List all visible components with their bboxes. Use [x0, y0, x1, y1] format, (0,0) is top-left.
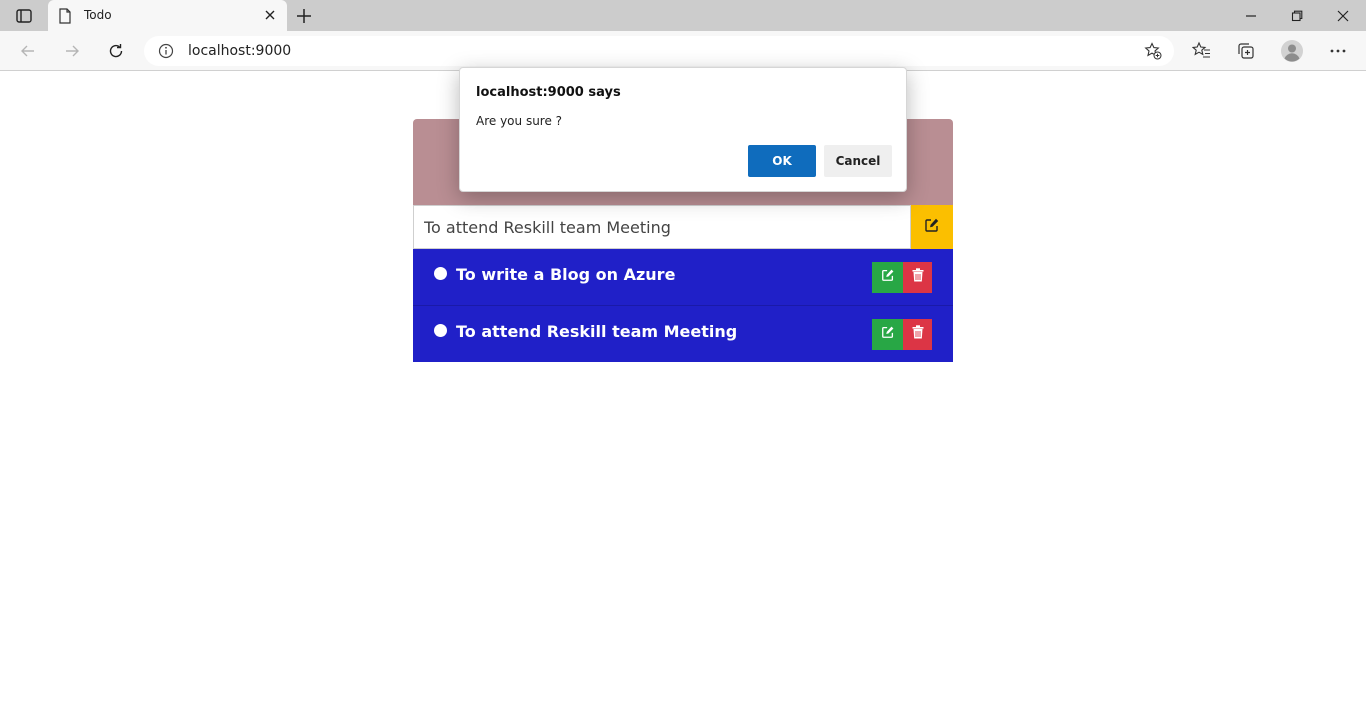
bullet-icon	[434, 324, 447, 337]
trash-icon	[912, 325, 924, 344]
ok-button[interactable]: OK	[748, 145, 816, 177]
back-arrow-icon[interactable]	[16, 39, 40, 63]
browser-tab[interactable]: Todo	[48, 0, 287, 31]
bullet-icon	[434, 267, 447, 280]
url-field[interactable]: localhost:9000	[144, 36, 1174, 66]
tab-title: Todo	[84, 8, 112, 22]
delete-item-button[interactable]	[903, 262, 932, 293]
address-bar: localhost:9000	[0, 31, 1366, 71]
edit-icon	[881, 268, 895, 287]
dialog-message: Are you sure ?	[476, 114, 563, 128]
minimize-icon[interactable]	[1228, 0, 1274, 31]
todo-input-row	[413, 205, 953, 249]
close-window-icon[interactable]	[1320, 0, 1366, 31]
favorites-icon[interactable]	[1190, 39, 1214, 63]
restore-icon[interactable]	[1274, 0, 1320, 31]
close-icon[interactable]	[262, 7, 278, 23]
dialog-title: localhost:9000 says	[476, 85, 621, 100]
tab-actions-icon[interactable]	[0, 0, 48, 31]
edit-icon	[924, 217, 940, 238]
tab-strip: Todo	[0, 0, 1366, 31]
todo-input[interactable]	[413, 205, 911, 249]
confirm-dialog: localhost:9000 says Are you sure ? OK Ca…	[459, 67, 907, 192]
todo-item-text: To attend Reskill team Meeting	[456, 322, 738, 341]
todo-item-text: To write a Blog on Azure	[456, 265, 676, 284]
todo-list: To write a Blog on Azure To attend Reski…	[413, 249, 953, 362]
collections-icon[interactable]	[1234, 39, 1258, 63]
cancel-button[interactable]: Cancel	[824, 145, 892, 177]
edit-item-button[interactable]	[872, 262, 903, 293]
more-icon[interactable]	[1326, 39, 1350, 63]
info-icon[interactable]	[158, 43, 174, 59]
document-icon	[58, 8, 72, 24]
trash-icon	[912, 268, 924, 287]
add-favorite-icon[interactable]	[1144, 42, 1162, 60]
list-item: To attend Reskill team Meeting	[413, 305, 953, 361]
plus-icon[interactable]	[294, 6, 314, 26]
profile-icon[interactable]	[1280, 39, 1304, 63]
forward-arrow-icon[interactable]	[60, 39, 84, 63]
edit-item-button[interactable]	[872, 319, 903, 350]
edit-icon	[881, 325, 895, 344]
refresh-icon[interactable]	[104, 39, 128, 63]
list-item: To write a Blog on Azure	[413, 249, 953, 305]
url-text[interactable]: localhost:9000	[188, 43, 291, 59]
delete-item-button[interactable]	[903, 319, 932, 350]
update-todo-button[interactable]	[911, 205, 953, 249]
